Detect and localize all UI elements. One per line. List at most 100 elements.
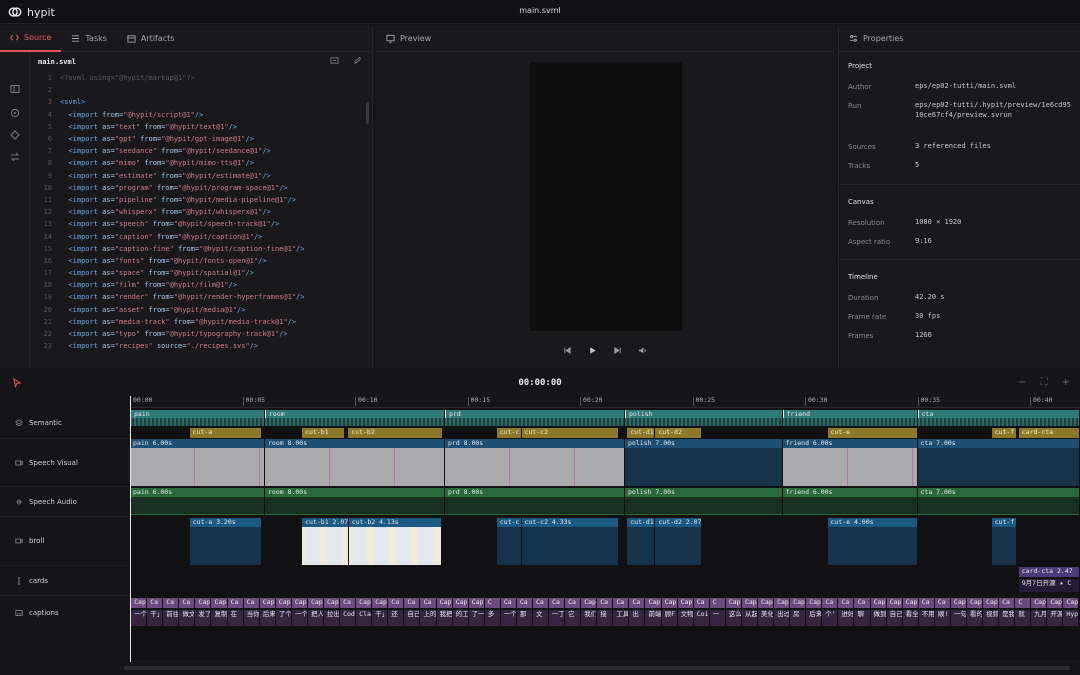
caption-clip[interactable]: Ca: [532, 598, 549, 608]
caption-text-clip[interactable]: 就: [1015, 610, 1031, 626]
caption-text-clip[interactable]: 顾F: [661, 610, 677, 626]
track-header-captions[interactable]: captions: [0, 596, 128, 630]
caption-text-clip[interactable]: 后来: [806, 610, 822, 626]
caption-clip[interactable]: Cap: [307, 598, 323, 608]
broll-clip[interactable]: cut-d1: [627, 518, 655, 527]
caption-text-clip[interactable]: Coi: [693, 610, 709, 626]
files-icon[interactable]: [10, 84, 20, 94]
caption-text-clip[interactable]: 工具: [613, 610, 629, 626]
speech-audio-clip[interactable]: pain 6.00s: [130, 488, 264, 497]
broll-clip[interactable]: cut-f 1: [991, 518, 1016, 527]
caption-clip[interactable]: Cap: [211, 598, 227, 608]
caption-text-clip[interactable]: 自己: [886, 610, 902, 626]
caption-clip[interactable]: Ca: [243, 598, 259, 608]
caption-clip[interactable]: Cap: [983, 598, 999, 608]
caption-text-clip[interactable]: 我们: [581, 610, 597, 626]
format-icon[interactable]: [330, 56, 339, 67]
caption-clip[interactable]: Ca: [918, 598, 934, 608]
caption-clip[interactable]: Captio: [1063, 598, 1079, 608]
cut-marker[interactable]: cut-a: [189, 428, 261, 438]
cut-marker[interactable]: cut-b1: [302, 428, 344, 438]
broll-clip[interactable]: cut-d2 2.07: [655, 518, 701, 527]
caption-text-clip[interactable]: 是我: [999, 610, 1015, 626]
caption-clip[interactable]: Capt: [356, 598, 372, 608]
caption-text-clip[interactable]: 拉出: [324, 610, 340, 626]
fit-icon[interactable]: ⛶: [1041, 377, 1048, 388]
caption-clip[interactable]: Ca: [549, 598, 565, 608]
caption-text-clip[interactable]: 前往: [163, 610, 179, 626]
caption-text-clip[interactable]: 进好: [838, 610, 854, 626]
broll-clip[interactable]: cut-c2 4.33s: [521, 518, 619, 527]
caption-clip[interactable]: Cap: [806, 598, 822, 608]
speech-visual-clip[interactable]: room 8.00s: [265, 439, 444, 448]
editor-scrollbar[interactable]: [366, 102, 369, 124]
caption-clip[interactable]: Ca: [854, 598, 870, 608]
card-clip[interactable]: card-cta 2.47: [1018, 567, 1079, 577]
caption-clip[interactable]: Ca: [516, 598, 532, 608]
caption-text-clip[interactable]: Clau: [356, 610, 372, 626]
caption-clip[interactable]: Cap: [774, 598, 790, 608]
caption-clip[interactable]: Ca: [163, 598, 179, 608]
caption-clip[interactable]: Cap: [645, 598, 661, 608]
speech-visual-clip[interactable]: pain 6.00s: [130, 439, 264, 448]
caption-text-clip[interactable]: 文物: [677, 610, 693, 626]
caption-text-clip[interactable]: 一个: [500, 610, 516, 626]
caption-text-clip[interactable]: 上的: [420, 610, 436, 626]
edit-pencil-icon[interactable]: [353, 56, 362, 67]
broll-clip[interactable]: cut-c: [496, 518, 521, 527]
caption-clip[interactable]: Ca: [420, 598, 436, 608]
caption-clip[interactable]: Ca: [179, 598, 195, 608]
caption-text-clip[interactable]: 我把: [436, 610, 452, 626]
diamond-icon[interactable]: [10, 130, 20, 140]
caption-clip[interactable]: Ca: [227, 598, 243, 608]
caption-text-clip[interactable]: 开源: [1047, 610, 1063, 626]
cut-marker[interactable]: cut-b2: [348, 428, 442, 438]
caption-clip[interactable]: Ca: [404, 598, 420, 608]
speech-visual-clip[interactable]: friend 6.00s: [782, 439, 917, 448]
speech-visual-clip[interactable]: prd 8.00s: [445, 439, 624, 448]
track-header-speech-visual[interactable]: Speech Visual: [0, 439, 128, 487]
caption-clip[interactable]: Ca: [629, 598, 645, 608]
caption-text-clip[interactable]: 不用: [918, 610, 934, 626]
caption-clip[interactable]: Cap: [291, 598, 307, 608]
caption-text-clip[interactable]: 前端: [645, 610, 661, 626]
caption-text-clip[interactable]: 美化: [758, 610, 774, 626]
skip-back-icon[interactable]: [563, 346, 572, 357]
caption-text-clip[interactable]: 那: [516, 610, 532, 626]
speech-audio-clip[interactable]: friend 6.00s: [782, 488, 917, 497]
cut-marker[interactable]: cut-d2: [655, 428, 701, 438]
zoom-out-icon[interactable]: −: [1018, 377, 1026, 388]
caption-text-clip[interactable]: 多: [484, 610, 500, 626]
caption-text-clip[interactable]: 干」: [147, 610, 163, 626]
caption-clip[interactable]: Cap: [870, 598, 886, 608]
swap-icon[interactable]: [10, 152, 20, 162]
cut-marker[interactable]: cut-d1: [627, 428, 655, 438]
track-header-cards[interactable]: cards: [0, 566, 128, 596]
broll-clip[interactable]: cut-a 3.20s: [189, 518, 261, 527]
caption-clip[interactable]: C: [1015, 598, 1031, 608]
caption-text-clip[interactable]: 一丁: [549, 610, 565, 626]
speech-audio-clip[interactable]: prd 8.00s: [445, 488, 624, 497]
caption-clip[interactable]: Cap: [275, 598, 291, 608]
caption-clip[interactable]: Cap: [886, 598, 902, 608]
cut-marker[interactable]: cut-f: [991, 428, 1016, 438]
timeline-tracks[interactable]: pain room prd polish friend cta cut-a cut-b1 cut…: [130, 408, 1080, 660]
caption-text-clip[interactable]: 房: [790, 610, 806, 626]
speech-visual-clip[interactable]: cta 7.00s: [917, 439, 1079, 448]
speech-audio-clip[interactable]: room 8.00s: [265, 488, 444, 497]
caption-clip[interactable]: Cap: [661, 598, 677, 608]
caption-text-clip[interactable]: 复制: [211, 610, 227, 626]
caption-text-clip[interactable]: 它: [565, 610, 581, 626]
track-header-broll[interactable]: broll: [0, 517, 128, 566]
caption-text-clip[interactable]: 干」: [372, 610, 388, 626]
caption-text-clip[interactable]: 后来: [259, 610, 275, 626]
caption-clip[interactable]: C: [484, 598, 500, 608]
broll-clip[interactable]: cut-b1 2.07: [302, 518, 348, 527]
caption-clip[interactable]: Ca: [597, 598, 613, 608]
caption-clip[interactable]: Cap: [581, 598, 597, 608]
caption-clip[interactable]: C: [709, 598, 725, 608]
caption-clip[interactable]: Ca: [693, 598, 709, 608]
caption-clip[interactable]: Cap: [966, 598, 983, 608]
caption-text-clip[interactable]: 当你': [243, 610, 259, 626]
caption-text-clip[interactable]: 看的: [966, 610, 983, 626]
